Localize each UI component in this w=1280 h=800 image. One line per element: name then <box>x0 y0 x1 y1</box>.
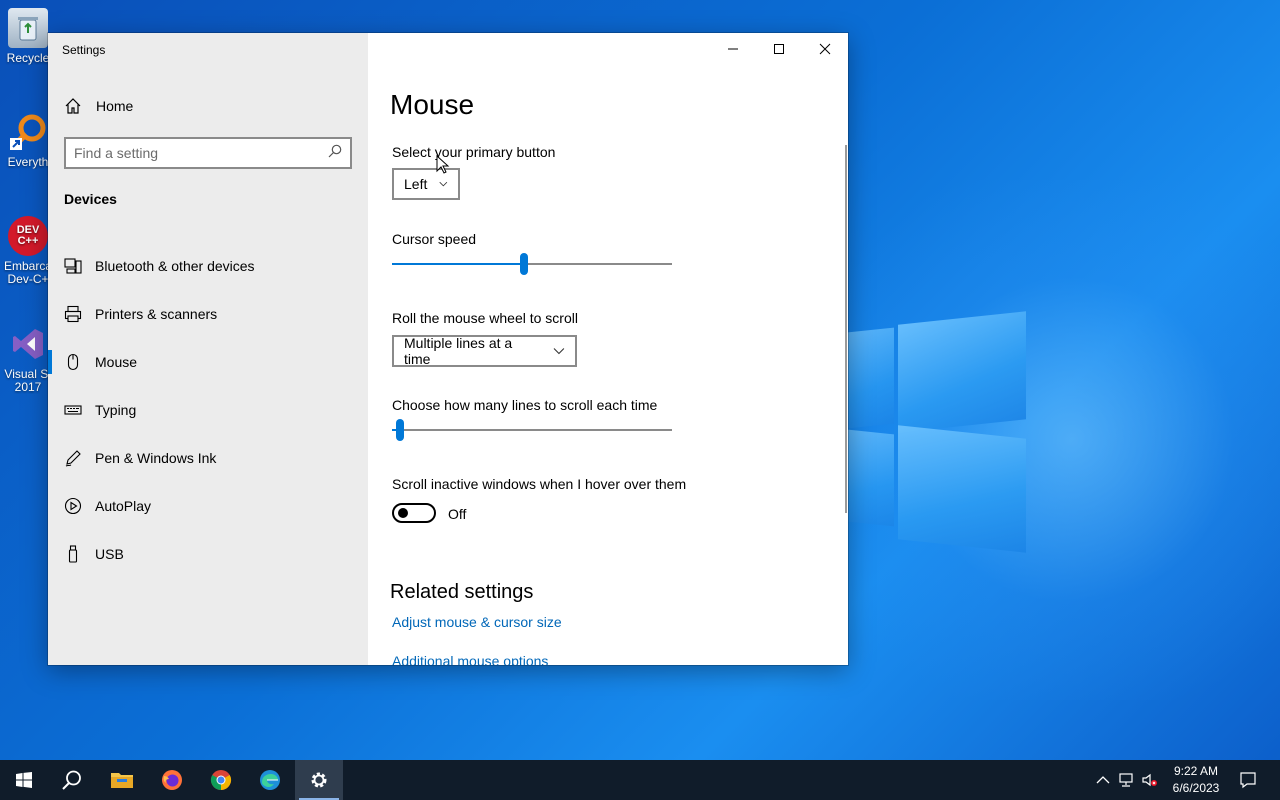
dropdown-value: Left <box>404 176 428 192</box>
sidebar-item-label: Pen & Windows Ink <box>95 450 217 466</box>
search-icon[interactable] <box>328 144 342 163</box>
related-settings-title: Related settings <box>390 581 534 603</box>
toggle-state: Off <box>448 506 467 522</box>
sidebar-item-label: Mouse <box>95 354 138 370</box>
action-center-button[interactable] <box>1238 770 1258 790</box>
clock-date: 6/6/2023 <box>1172 781 1220 795</box>
keyboard-icon <box>64 401 82 419</box>
chevron-down-icon <box>439 181 448 187</box>
sidebar-item-pen[interactable]: Pen & Windows Ink <box>48 434 368 482</box>
wallpaper-logo-pane <box>848 429 894 527</box>
inactive-scroll-label: Scroll inactive windows when I hover ove… <box>392 476 687 492</box>
file-explorer-button[interactable] <box>98 760 146 800</box>
primary-button-label: Select your primary button <box>392 144 556 160</box>
settings-window: Settings Home Devices Bluetooth & other … <box>48 33 848 665</box>
slider-thumb[interactable] <box>396 419 404 441</box>
autoplay-icon <box>64 497 82 515</box>
show-hidden-icons-button[interactable] <box>1093 770 1113 790</box>
lines-to-scroll-label: Choose how many lines to scroll each tim… <box>392 397 658 413</box>
printer-icon <box>64 305 82 323</box>
cursor-speed-label: Cursor speed <box>392 231 477 247</box>
magnifier-icon <box>8 112 48 152</box>
volume-muted-icon <box>1142 773 1157 787</box>
lines-to-scroll-slider[interactable] <box>392 418 672 442</box>
slider-fill <box>392 263 524 265</box>
windows-logo-icon <box>16 772 32 788</box>
chrome-icon <box>210 770 232 791</box>
maximize-icon <box>774 44 784 54</box>
sidebar-item-label: Bluetooth & other devices <box>95 258 255 274</box>
dropdown-value: Multiple lines at a time <box>404 335 513 367</box>
bluetooth-devices-icon <box>64 257 82 275</box>
inactive-scroll-toggle[interactable] <box>392 503 436 523</box>
search-button[interactable] <box>48 760 96 800</box>
cursor-speed-slider[interactable] <box>392 252 672 276</box>
maximize-button[interactable] <box>756 33 802 65</box>
recycle-bin-icon <box>8 8 48 48</box>
pen-icon <box>64 449 82 467</box>
sidebar: Settings Home Devices Bluetooth & other … <box>48 33 368 665</box>
window-title: Settings <box>62 43 106 57</box>
firefox-icon <box>162 770 182 790</box>
wallpaper-logo-pane <box>848 327 894 429</box>
sidebar-nav: Bluetooth & other devices Printers & sca… <box>48 242 368 578</box>
wallpaper-logo-pane <box>898 311 1026 433</box>
visual-studio-icon <box>8 324 48 364</box>
sidebar-item-printers[interactable]: Printers & scanners <box>48 290 368 338</box>
taskbar-clock[interactable]: 9:22 AM 6/6/2023 <box>1162 763 1230 797</box>
chevron-up-icon <box>1096 776 1110 784</box>
sidebar-item-autoplay[interactable]: AutoPlay <box>48 482 368 530</box>
firefox-button[interactable] <box>148 760 196 800</box>
search-input[interactable] <box>74 145 328 161</box>
network-icon <box>1119 773 1133 787</box>
page-title: Mouse <box>390 89 475 120</box>
sidebar-item-label: Typing <box>95 402 137 418</box>
sidebar-item-bluetooth[interactable]: Bluetooth & other devices <box>48 242 368 290</box>
start-button[interactable] <box>0 760 48 800</box>
edge-button[interactable] <box>246 760 294 800</box>
adjust-cursor-size-link[interactable]: Adjust mouse & cursor size <box>392 614 562 630</box>
sidebar-item-label: AutoPlay <box>95 498 152 514</box>
devcpp-icon: DEV C++ <box>8 216 48 256</box>
wallpaper-logo-pane <box>898 425 1026 553</box>
close-button[interactable] <box>802 33 848 65</box>
sidebar-item-label: USB <box>95 546 124 562</box>
close-icon <box>819 43 831 55</box>
wheel-scroll-dropdown[interactable]: Multiple lines at a time <box>392 335 577 367</box>
search-icon <box>62 770 81 790</box>
wheel-scroll-label: Roll the mouse wheel to scroll <box>392 310 578 326</box>
network-tray-button[interactable] <box>1117 770 1137 790</box>
usb-icon <box>64 545 82 563</box>
sidebar-item-usb[interactable]: USB <box>48 530 368 578</box>
edge-icon <box>260 770 280 790</box>
settings-taskbar-button[interactable] <box>295 760 343 800</box>
section-title: Devices <box>64 191 117 207</box>
toggle-knob <box>398 508 408 518</box>
sidebar-item-label: Printers & scanners <box>95 306 218 322</box>
notification-icon <box>1240 772 1256 789</box>
search-box[interactable] <box>64 137 352 169</box>
additional-mouse-options-link[interactable]: Additional mouse options <box>392 653 548 665</box>
gear-icon <box>311 772 327 788</box>
sidebar-item-mouse[interactable]: Mouse <box>48 338 368 386</box>
clock-time: 9:22 AM <box>1173 764 1219 778</box>
main-content: Mouse Select your primary button Left Cu… <box>368 33 848 665</box>
scrollbar[interactable] <box>845 145 847 513</box>
chevron-down-icon <box>553 348 565 355</box>
volume-tray-button[interactable] <box>1140 770 1160 790</box>
taskbar: 9:22 AM 6/6/2023 <box>0 760 1280 800</box>
home-label: Home <box>96 98 134 114</box>
slider-thumb[interactable] <box>520 253 528 275</box>
slider-track <box>392 429 672 431</box>
home-icon <box>64 97 82 115</box>
mouse-pointer-icon <box>436 155 450 174</box>
home-nav[interactable]: Home <box>64 95 133 117</box>
minimize-icon <box>728 48 738 50</box>
chrome-button[interactable] <box>197 760 245 800</box>
sidebar-item-typing[interactable]: Typing <box>48 386 368 434</box>
mouse-icon <box>64 353 82 371</box>
minimize-button[interactable] <box>710 33 756 65</box>
folder-icon <box>111 773 133 788</box>
